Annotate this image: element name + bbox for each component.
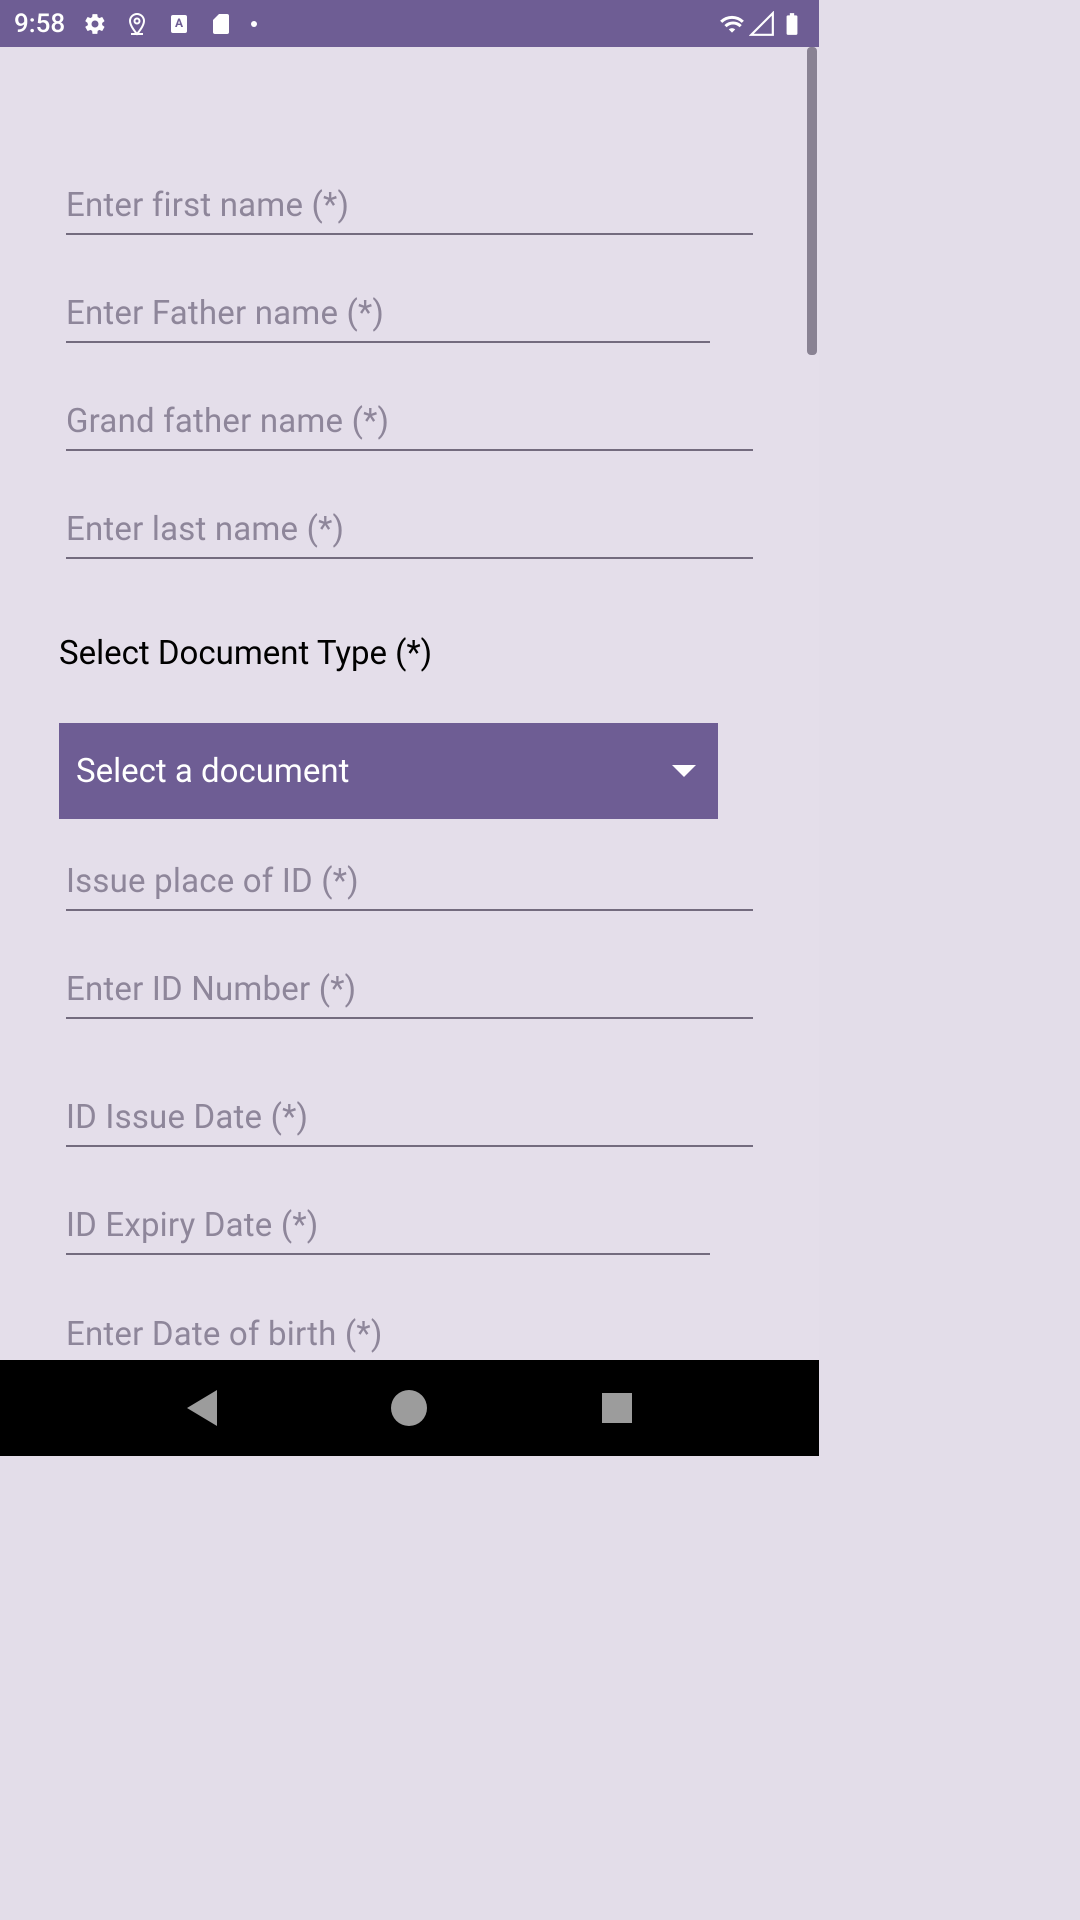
father-name-input[interactable]: Enter Father name (*) — [66, 285, 710, 343]
location-icon — [125, 12, 149, 36]
id-number-input[interactable]: Enter ID Number (*) — [66, 961, 753, 1019]
id-expiry-date-placeholder: ID Expiry Date (*) — [66, 1206, 318, 1245]
date-of-birth-input[interactable]: Enter Date of birth (*) — [66, 1305, 753, 1360]
status-bar: 9:58 A — [0, 0, 819, 47]
id-expiry-date-input[interactable]: ID Expiry Date (*) — [66, 1197, 710, 1255]
document-type-label: Select Document Type (*) — [59, 634, 819, 673]
scroll-area[interactable]: Enter first name (*) Enter Father name (… — [0, 47, 819, 1360]
back-button[interactable] — [187, 1390, 217, 1426]
battery-icon — [779, 11, 805, 37]
status-left: 9:58 A — [14, 9, 257, 39]
settings-icon — [83, 12, 107, 36]
wifi-icon — [719, 11, 745, 37]
recent-apps-button[interactable] — [602, 1393, 632, 1423]
last-name-input[interactable]: Enter last name (*) — [66, 501, 753, 559]
id-number-placeholder: Enter ID Number (*) — [66, 970, 356, 1009]
form-container: Enter first name (*) Enter Father name (… — [0, 47, 819, 1360]
first-name-input[interactable]: Enter first name (*) — [66, 177, 753, 235]
status-right — [719, 11, 805, 37]
dropdown-arrow-icon — [672, 765, 696, 777]
issue-place-placeholder: Issue place of ID (*) — [66, 862, 359, 901]
id-issue-date-placeholder: ID Issue Date (*) — [66, 1098, 308, 1137]
date-of-birth-placeholder: Enter Date of birth (*) — [66, 1315, 383, 1354]
first-name-placeholder: Enter first name (*) — [66, 186, 349, 225]
scrollbar[interactable] — [807, 47, 817, 355]
home-button[interactable] — [391, 1390, 427, 1426]
status-dot-icon — [251, 21, 257, 27]
content-area: Enter first name (*) Enter Father name (… — [0, 47, 819, 1360]
document-select-text: Select a document — [76, 752, 349, 791]
sd-card-icon — [209, 12, 233, 36]
last-name-placeholder: Enter last name (*) — [66, 510, 344, 549]
document-type-select[interactable]: Select a document — [59, 723, 718, 819]
issue-place-input[interactable]: Issue place of ID (*) — [66, 853, 753, 911]
id-issue-date-input[interactable]: ID Issue Date (*) — [66, 1089, 753, 1147]
card-icon: A — [167, 12, 191, 36]
navigation-bar — [0, 1360, 819, 1456]
grandfather-name-input[interactable]: Grand father name (*) — [66, 393, 753, 451]
signal-icon — [749, 11, 775, 37]
grandfather-name-placeholder: Grand father name (*) — [66, 402, 389, 441]
status-time: 9:58 — [14, 9, 65, 39]
svg-text:A: A — [175, 16, 184, 30]
father-name-placeholder: Enter Father name (*) — [66, 294, 384, 333]
